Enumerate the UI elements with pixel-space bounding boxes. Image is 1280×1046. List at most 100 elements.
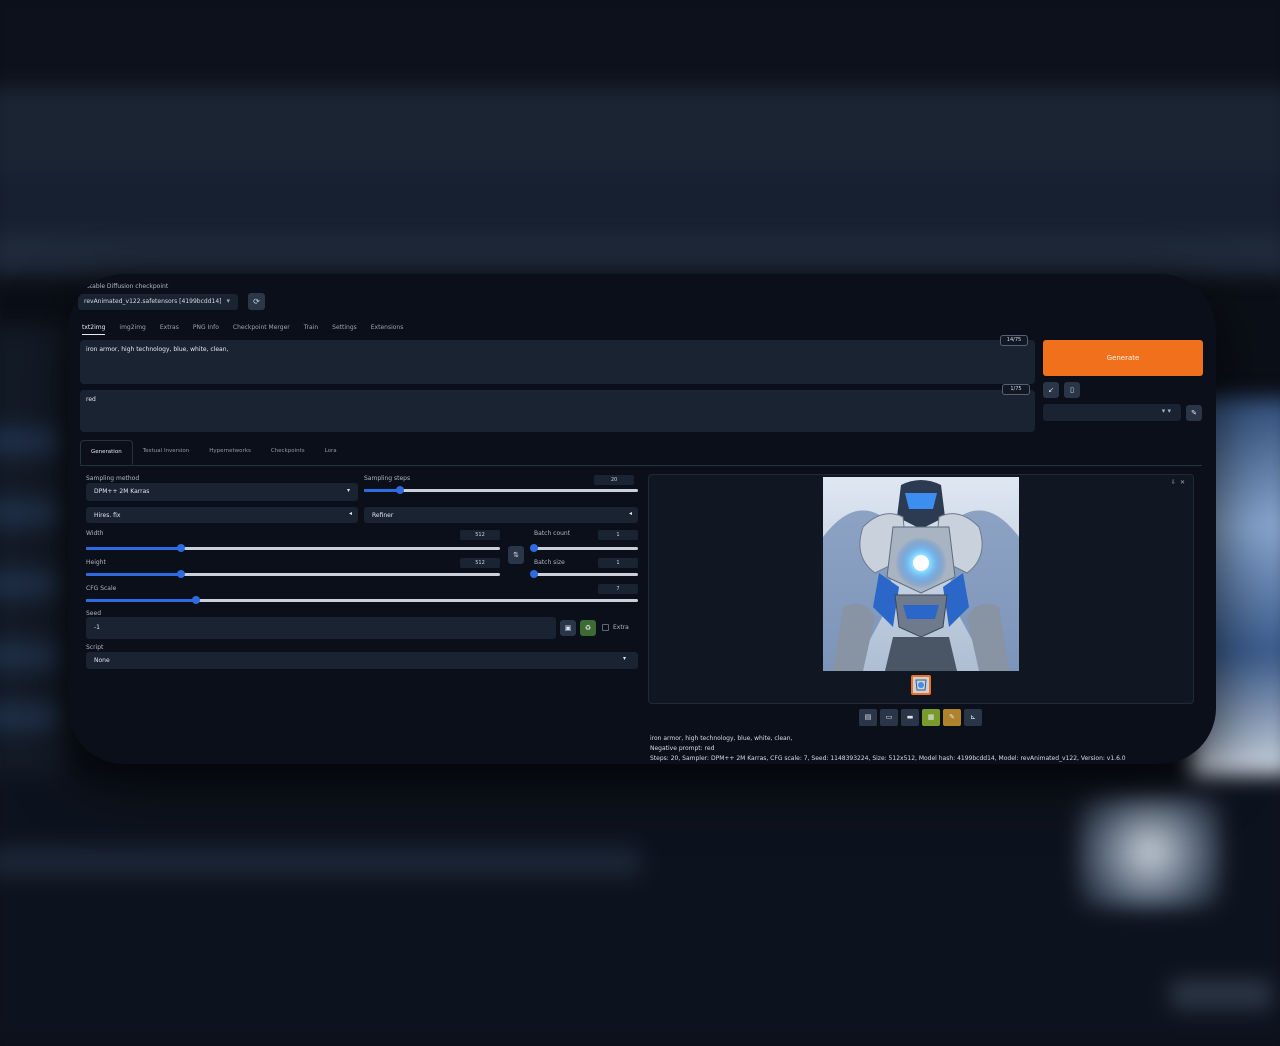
zip-button[interactable]: ▬ [901, 709, 919, 726]
slider-thumb[interactable] [192, 596, 201, 604]
slider-thumb[interactable] [177, 570, 186, 578]
subtab-generation[interactable]: Generation [80, 440, 133, 465]
cfg-scale-slider[interactable] [86, 596, 638, 604]
hires-fix-accordion[interactable]: Hires. fix ◂ [86, 507, 358, 523]
slider-thumb[interactable] [530, 570, 538, 578]
swap-dimensions-button[interactable]: ⇅ [508, 546, 524, 564]
negative-token-counter: 1/75 [1002, 384, 1030, 395]
output-toolbar: ▤ ▭ ▬ ▦ ✎ ⊾ [859, 709, 982, 726]
script-label: Script [86, 644, 104, 651]
cfg-scale-label: CFG Scale [86, 585, 117, 592]
batch-size-number[interactable]: 1 [598, 558, 638, 568]
hires-fix-label: Hires. fix [94, 512, 121, 519]
tab-extras[interactable]: Extras [160, 324, 179, 335]
chevron-down-icon: ▾ [226, 297, 230, 305]
palette-icon: ✎ [949, 713, 955, 721]
seed-input[interactable]: -1 [86, 617, 556, 639]
tab-extensions[interactable]: Extensions [371, 324, 404, 335]
tab-train[interactable]: Train [304, 324, 318, 335]
height-slider[interactable] [86, 570, 500, 578]
edit-styles-button[interactable]: ✎ [1186, 405, 1202, 421]
width-slider[interactable] [86, 544, 500, 552]
styles-select[interactable]: ▾ ▾ [1043, 404, 1181, 421]
random-seed-button[interactable]: ▣ [560, 620, 576, 636]
negative-prompt-input[interactable]: red [80, 390, 1035, 432]
prompt-input[interactable]: iron armor, high technology, blue, white… [80, 340, 1035, 384]
info-negative: Negative prompt: red [650, 745, 715, 752]
negative-prompt-text: red [86, 396, 96, 403]
prompt-token-counter: 14/75 [1000, 335, 1028, 346]
script-value: None [94, 657, 110, 664]
refiner-label: Refiner [372, 512, 394, 519]
checkpoint-label: Stable Diffusion checkpoint [86, 283, 169, 290]
open-folder-button[interactable]: ▤ [859, 709, 877, 726]
swap-icon: ⇅ [513, 551, 519, 559]
checkpoint-value: revAnimated_v122.safetensors [4199bcdd14… [84, 298, 222, 305]
save-button[interactable]: ▭ [880, 709, 898, 726]
trash-icon: ▯ [1070, 386, 1074, 394]
trash-button[interactable]: ▯ [1064, 382, 1080, 398]
sampling-method-label: Sampling method [86, 475, 140, 482]
batch-count-slider[interactable] [530, 544, 638, 552]
refiner-accordion[interactable]: Refiner ◂ [364, 507, 638, 523]
width-number[interactable]: 512 [460, 530, 500, 540]
refresh-checkpoint-button[interactable]: ⟳ [248, 293, 265, 310]
info-prompt: iron armor, high technology, blue, white… [650, 735, 793, 742]
subtab-checkpoints[interactable]: Checkpoints [261, 440, 315, 465]
sampling-steps-number[interactable]: 20 [594, 475, 634, 485]
slider-thumb[interactable] [395, 486, 404, 494]
tab-png-info[interactable]: PNG Info [193, 324, 219, 335]
batch-count-number[interactable]: 1 [598, 530, 638, 540]
refresh-icon: ⟳ [253, 297, 260, 306]
extra-label: Extra [613, 624, 629, 631]
send-to-inpaint-button[interactable]: ✎ [943, 709, 961, 726]
tab-checkpoint-merger[interactable]: Checkpoint Merger [233, 324, 290, 335]
image-icon: ▦ [927, 713, 935, 721]
reuse-seed-button[interactable]: ♻ [580, 620, 596, 636]
thumbnail-icon [913, 677, 929, 693]
main-tabs: txt2img img2img Extras PNG Info Checkpoi… [82, 324, 403, 335]
generate-button[interactable]: Generate [1043, 340, 1203, 376]
slider-fill [86, 573, 182, 576]
generated-image[interactable] [823, 477, 1019, 671]
arrow-icon: ↙ [1048, 386, 1054, 394]
slider-thumb[interactable] [177, 544, 186, 552]
download-icon[interactable]: ⇩ [1171, 479, 1176, 486]
gallery-thumbnail[interactable] [911, 675, 931, 695]
tab-settings[interactable]: Settings [332, 324, 357, 335]
prompt-text: iron armor, high technology, blue, white… [86, 346, 229, 353]
send-to-img2img-button[interactable]: ▦ [922, 709, 940, 726]
batch-count-label: Batch count [534, 530, 571, 537]
cfg-scale-number[interactable]: 7 [598, 584, 638, 594]
script-select[interactable]: None ▾ [86, 652, 638, 669]
subtab-textual-inversion[interactable]: Textual Inversion [133, 440, 200, 465]
subtab-hypernetworks[interactable]: Hypernetworks [199, 440, 261, 465]
height-number[interactable]: 512 [460, 558, 500, 568]
sampling-method-select[interactable]: DPM++ 2M Karras ▾ [86, 483, 358, 501]
height-label: Height [86, 559, 106, 566]
generation-params-panel: Sampling method DPM++ 2M Karras ▾ Sampli… [80, 467, 642, 764]
output-gallery: ⇩ ✕ ▤ ▭ ▬ ▦ ✎ ⊾ [648, 474, 1194, 726]
width-label: Width [86, 530, 104, 537]
sampling-method-value: DPM++ 2M Karras [94, 488, 150, 495]
chevron-down-icon: ▾ [346, 487, 350, 494]
webui-window: Stable Diffusion checkpoint revAnimated_… [68, 274, 1216, 764]
close-icon[interactable]: ✕ [1180, 479, 1185, 486]
expand-icon: ◂ [628, 510, 632, 517]
batch-size-slider[interactable] [530, 570, 638, 578]
send-to-extras-button[interactable]: ⊾ [964, 709, 982, 726]
read-params-button[interactable]: ↙ [1043, 382, 1059, 398]
extra-checkbox[interactable] [602, 624, 609, 631]
expand-icon: ◂ [348, 510, 352, 517]
seed-label: Seed [86, 610, 101, 617]
chevron-down-icon: ▾ [622, 655, 626, 662]
generation-subtabs: Generation Textual Inversion Hypernetwor… [80, 440, 1202, 466]
sampling-steps-slider[interactable] [364, 486, 638, 494]
checkpoint-select[interactable]: revAnimated_v122.safetensors [4199bcdd14… [78, 294, 238, 310]
sampling-steps-label: Sampling steps [364, 475, 411, 482]
slider-thumb[interactable] [530, 544, 538, 552]
zip-icon: ▬ [906, 713, 914, 721]
tab-img2img[interactable]: img2img [119, 324, 145, 335]
tab-txt2img[interactable]: txt2img [82, 324, 106, 335]
subtab-lora[interactable]: Lora [315, 440, 347, 465]
